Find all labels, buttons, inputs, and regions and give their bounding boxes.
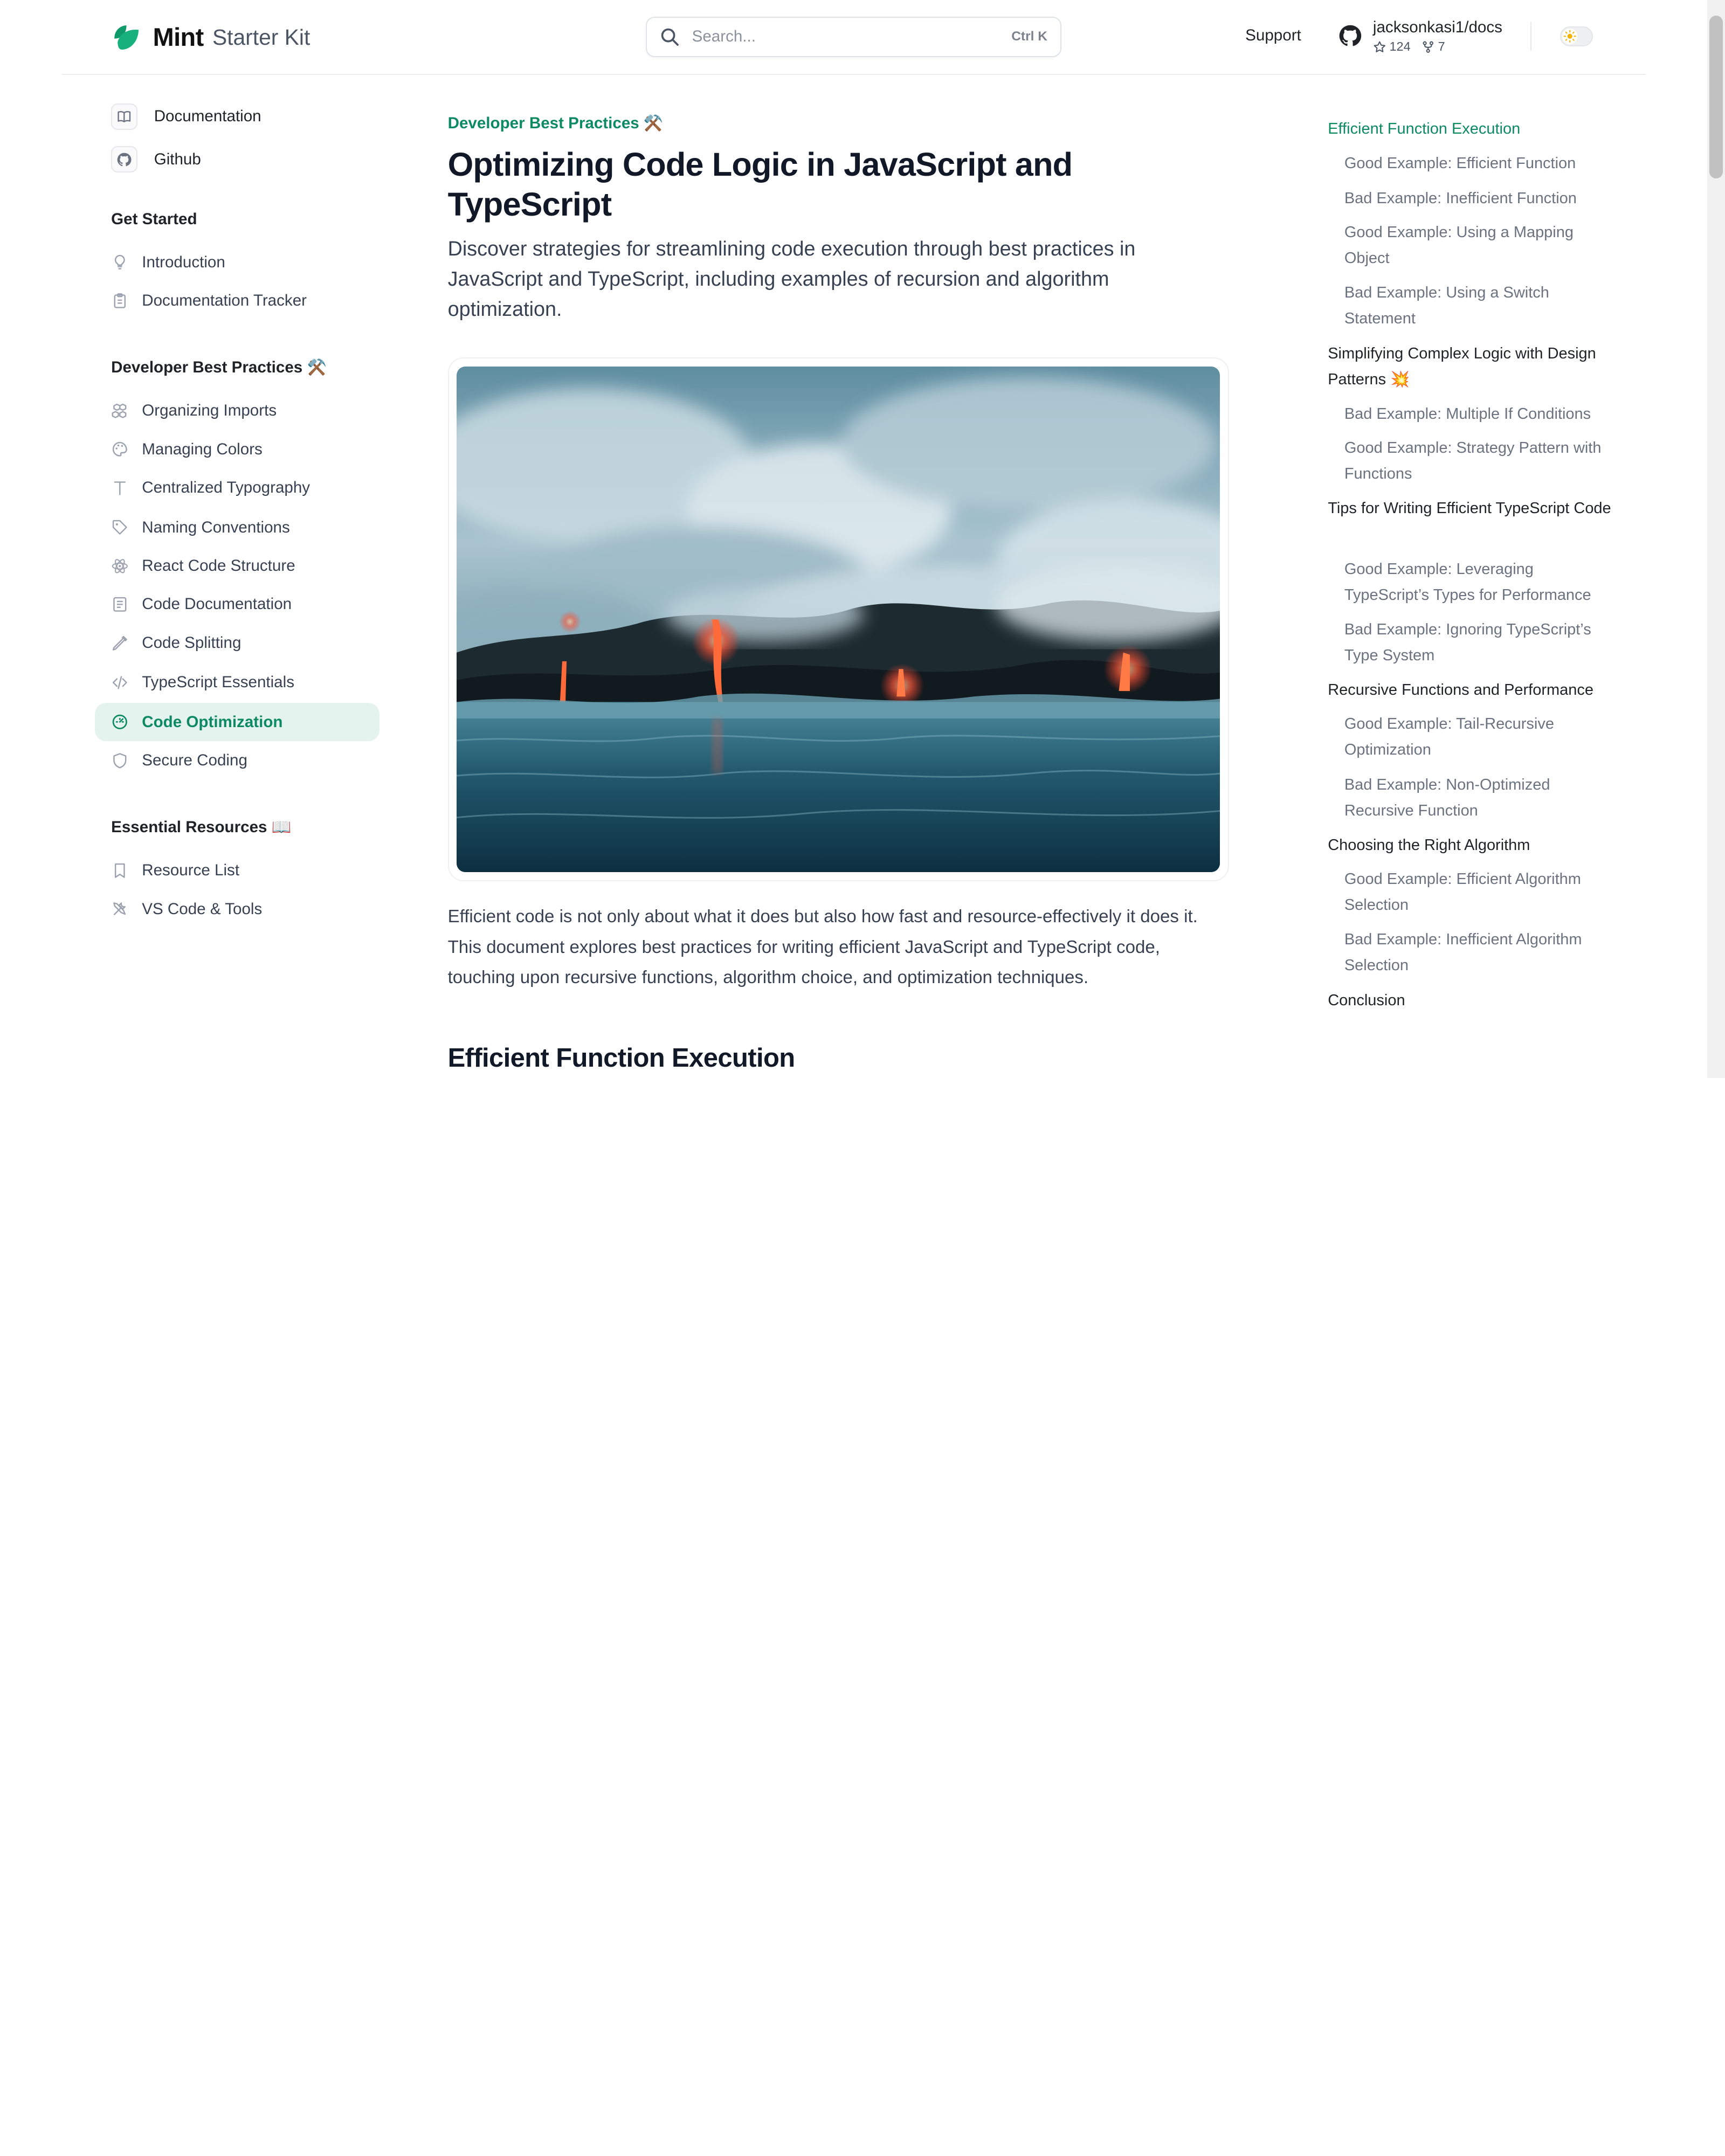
toc-link[interactable]: Good Example: Efficient Function (1344, 151, 1617, 177)
logo-mint-text: Mint (153, 23, 204, 52)
clipboard-icon (111, 292, 129, 310)
tag-icon (111, 519, 129, 536)
fork-icon (1423, 41, 1433, 53)
sidebar-item-secure-coding[interactable]: Secure Coding (95, 741, 380, 779)
logo[interactable]: Mint Starter Kit (111, 20, 310, 55)
support-link[interactable]: Support (1245, 26, 1301, 45)
sidebar-group-get-started: Get Started (111, 210, 197, 228)
sidebar-item-label: Naming Conventions (142, 518, 290, 536)
toc-link[interactable]: Bad Example: Inefficient Function (1344, 186, 1617, 212)
type-icon (111, 479, 129, 497)
github-forks-count: 7 (1438, 39, 1445, 54)
sidebar-link-documentation[interactable]: Documentation (111, 103, 261, 130)
sidebar-item-managing-colors[interactable]: Managing Colors (95, 430, 380, 468)
tools-icon (111, 900, 129, 918)
sidebar-item-documentation-tracker[interactable]: Documentation Tracker (95, 281, 380, 320)
bookmark-icon (111, 862, 129, 880)
pen-icon (111, 634, 129, 652)
search-placeholder: Search... (692, 27, 756, 46)
document-icon (111, 596, 129, 613)
sidebar-item-label: Documentation Tracker (142, 292, 307, 310)
sidebar-item-label: React Code Structure (142, 556, 295, 575)
sidebar-item-resource-list[interactable]: Resource List (95, 852, 380, 890)
toc-link-recursive-functions[interactable]: Recursive Functions and Performance (1328, 678, 1616, 703)
boxes-icon (111, 402, 129, 420)
top-header: Mint Starter Kit Search... Ctrl K Suppor… (0, 0, 1707, 75)
sidebar-item-label: Introduction (142, 253, 225, 271)
sidebar-item-label: Organizing Imports (142, 402, 277, 420)
search-input[interactable]: Search... Ctrl K (645, 16, 1062, 58)
shield-icon (111, 752, 129, 770)
sidebar-group-essential-resources: Essential Resources 📖 (111, 818, 292, 837)
lightbulb-icon (111, 253, 129, 271)
palette-icon (111, 440, 129, 458)
toc-link[interactable]: Good Example: Efficient Algorithm Select… (1344, 867, 1617, 918)
sidebar-item-code-splitting[interactable]: Code Splitting (95, 624, 380, 662)
logo-kit-text: Starter Kit (212, 24, 310, 50)
mint-leaf-icon (114, 25, 139, 50)
sidebar-item-code-optimization[interactable]: Code Optimization (94, 703, 380, 742)
toc-link-choosing-algorithm[interactable]: Choosing the Right Algorithm (1328, 833, 1616, 859)
toc-link-conclusion[interactable]: Conclusion (1328, 988, 1616, 1014)
toc-link[interactable]: Bad Example: Ignoring TypeScript’s Type … (1344, 617, 1617, 669)
github-repo-link[interactable]: jacksonkasi1/docs 124 7 (1338, 18, 1502, 54)
sidebar-item-label: TypeScript Essentials (142, 673, 294, 692)
sidebar-item-label: Secure Coding (142, 751, 247, 770)
toc-link[interactable]: Good Example: Tail-Recursive Optimizatio… (1344, 711, 1617, 763)
sidebar-link-label: Documentation (154, 107, 261, 126)
sidebar-item-typescript-essentials[interactable]: TypeScript Essentials (95, 664, 380, 702)
sidebar-item-centralized-typography[interactable]: Centralized Typography (95, 468, 380, 507)
toc-link[interactable]: Good Example: Leveraging TypeScript’s Ty… (1344, 557, 1617, 609)
star-icon (1374, 41, 1385, 52)
section-eyebrow: Developer Best Practices ⚒️ (447, 114, 664, 133)
toc-link-typescript-tips[interactable]: Tips for Writing Efficient TypeScript Co… (1328, 496, 1616, 522)
code-icon (111, 674, 129, 692)
github-stars-count: 124 (1389, 39, 1411, 54)
sidebar-link-label: Github (154, 150, 201, 168)
sidebar-item-label: Resource List (142, 861, 240, 880)
header-divider (1530, 22, 1531, 51)
sidebar-item-vs-code-tools[interactable]: VS Code & Tools (95, 890, 380, 928)
section-heading-efficient-function-execution: Efficient Function Execution (447, 1043, 796, 1073)
sidebar-item-code-documentation[interactable]: Code Documentation (95, 585, 380, 624)
sidebar-item-label: Code Optimization (142, 713, 283, 731)
github-repo-name: jacksonkasi1/docs (1372, 18, 1502, 36)
sidebar-group-developer-best-practices: Developer Best Practices ⚒️ (111, 358, 327, 377)
sidebar-item-label: Code Documentation (142, 595, 292, 613)
toc-link[interactable]: Bad Example: Inefficient Algorithm Selec… (1344, 927, 1617, 979)
sidebar-item-introduction[interactable]: Introduction (95, 243, 380, 281)
toc-link[interactable]: Good Example: Strategy Pattern with Func… (1344, 436, 1617, 487)
sidebar-item-label: VS Code & Tools (142, 900, 263, 918)
toc-link-design-patterns[interactable]: Simplifying Complex Logic with Design Pa… (1328, 341, 1616, 393)
toc-link[interactable]: Bad Example: Non-Optimized Recursive Fun… (1344, 772, 1617, 824)
github-icon (111, 146, 138, 173)
sidebar-link-github[interactable]: Github (111, 146, 201, 173)
book-icon (111, 103, 138, 130)
sidebar-item-naming-conventions[interactable]: Naming Conventions (95, 508, 380, 547)
search-shortcut: Ctrl K (1011, 29, 1047, 44)
sidebar-item-label: Centralized Typography (142, 479, 310, 497)
scrollbar-thumb[interactable] (1709, 15, 1723, 178)
sidebar-item-react-code-structure[interactable]: React Code Structure (95, 547, 380, 585)
page-description: Discover strategies for streamlining cod… (447, 237, 1136, 320)
github-icon (1339, 25, 1361, 46)
header-divider-line (61, 73, 1646, 75)
theme-toggle[interactable] (1560, 26, 1593, 46)
toc-link[interactable]: Good Example: Using a Mapping Object (1344, 220, 1617, 272)
toc-link[interactable]: Bad Example: Multiple If Conditions (1344, 402, 1617, 427)
sidebar-item-label: Managing Colors (142, 440, 263, 458)
atom-icon (111, 557, 129, 575)
sun-icon (1563, 30, 1576, 43)
toc-link-efficient-function-execution[interactable]: Efficient Function Execution (1328, 116, 1616, 142)
hero-image (456, 366, 1220, 873)
search-icon (661, 28, 679, 46)
intro-paragraph: Efficient code is not only about what it… (447, 907, 1198, 987)
sidebar-item-organizing-imports[interactable]: Organizing Imports (95, 392, 380, 430)
sidebar-item-label: Code Splitting (142, 633, 242, 652)
toc-link[interactable]: Bad Example: Using a Switch Statement (1344, 280, 1617, 332)
page-title: Optimizing Code Logic in JavaScript and … (447, 146, 1073, 223)
gauge-icon (111, 713, 129, 731)
